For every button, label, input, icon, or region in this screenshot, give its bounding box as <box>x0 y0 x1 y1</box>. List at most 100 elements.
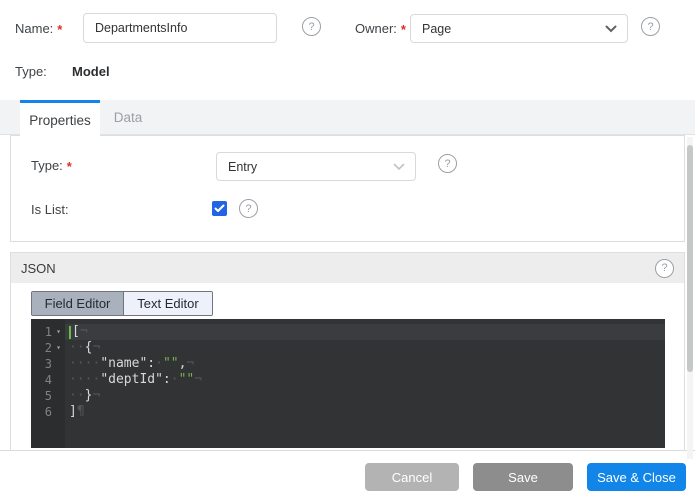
code-token: } <box>85 388 93 404</box>
is-list-checkbox[interactable] <box>212 201 227 216</box>
field-editor-button[interactable]: Field Editor <box>32 292 124 315</box>
eol-marker: ¬ <box>92 340 100 356</box>
editor-mode-toggle: Field Editor Text Editor <box>31 291 213 316</box>
entry-type-help-icon[interactable]: ? <box>438 154 457 173</box>
model-editor-dialog: Name: * ? Owner: * Page ? Type: Model Pr… <box>0 0 695 504</box>
entry-type-required-marker: * <box>67 159 72 174</box>
whitespace-marker: ·· <box>69 340 85 356</box>
json-code-editor[interactable]: 1▾[¬2▾··{¬3····"name":·"",¬4····"deptId"… <box>31 319 665 448</box>
properties-panel: Type: * Entry ? Is List: ? <box>10 135 685 242</box>
code-line[interactable]: 4 ····"deptId":·""¬ <box>31 372 665 388</box>
tab-properties-label: Properties <box>29 113 91 128</box>
owner-help-icon[interactable]: ? <box>641 17 660 36</box>
question-mark: ? <box>245 203 251 215</box>
code-text: ··{¬ <box>65 340 665 356</box>
whitespace-marker: · <box>155 356 163 372</box>
tab-data[interactable]: Data <box>100 100 156 135</box>
code-text: ··}¬ <box>65 388 665 404</box>
whitespace-marker: ···· <box>69 372 100 388</box>
code-token: "name": <box>100 356 155 372</box>
is-list-label: Is List: <box>31 202 69 217</box>
entry-type-select[interactable]: Entry <box>216 152 416 181</box>
fold-spacer <box>52 372 65 388</box>
name-label-text: Name: <box>15 21 53 36</box>
json-panel-title: JSON <box>21 261 56 276</box>
question-mark: ? <box>647 21 653 33</box>
code-token: , <box>179 356 187 372</box>
name-required-marker: * <box>57 22 62 37</box>
eol-marker: ¬ <box>92 388 100 404</box>
tab-properties[interactable]: Properties <box>20 100 100 137</box>
fold-spacer <box>52 388 65 404</box>
line-number: 2 <box>31 340 52 356</box>
line-number: 5 <box>31 388 52 404</box>
chevron-down-icon <box>605 25 617 33</box>
string-token: "" <box>163 356 179 372</box>
vertical-scrollbar-thumb[interactable] <box>687 145 693 372</box>
eol-marker: ¬ <box>194 372 202 388</box>
question-mark: ? <box>661 262 667 274</box>
entry-type-selected-value: Entry <box>228 160 257 174</box>
type-label-text: Type: <box>15 64 47 79</box>
line-number: 1 <box>31 324 52 340</box>
code-line[interactable]: 1▾[¬ <box>31 324 665 340</box>
json-help-icon[interactable]: ? <box>655 259 674 278</box>
eol-marker: ¬ <box>186 356 194 372</box>
question-mark: ? <box>444 158 450 170</box>
line-number: 4 <box>31 372 52 388</box>
text-editor-button[interactable]: Text Editor <box>124 292 212 315</box>
whitespace-marker: ·· <box>69 388 85 404</box>
fold-spacer <box>52 356 65 372</box>
code-lines: 1▾[¬2▾··{¬3····"name":·"",¬4····"deptId"… <box>31 324 665 420</box>
code-line[interactable]: 2▾··{¬ <box>31 340 665 356</box>
name-input[interactable] <box>83 13 277 43</box>
text-caret <box>69 326 71 339</box>
json-panel: JSON ? Field Editor Text Editor 1▾[¬2▾··… <box>10 252 685 450</box>
code-text: ····"name":·"",¬ <box>65 356 665 372</box>
save-button[interactable]: Save <box>473 463 573 491</box>
check-icon <box>214 204 225 213</box>
type-value: Model <box>72 64 110 79</box>
owner-select[interactable]: Page <box>410 14 628 43</box>
owner-label: Owner: * <box>355 21 406 36</box>
chevron-down-icon <box>393 163 405 171</box>
code-text: ····"deptId":·""¬ <box>65 372 665 388</box>
eol-marker: ¶ <box>77 404 85 420</box>
save-and-close-button[interactable]: Save & Close <box>587 463 686 491</box>
owner-required-marker: * <box>401 22 406 37</box>
code-token: { <box>85 340 93 356</box>
line-number: 6 <box>31 404 52 420</box>
json-panel-header: JSON ? <box>11 253 684 283</box>
tab-data-label: Data <box>114 110 143 125</box>
code-text: [¬ <box>65 324 665 340</box>
is-list-label-text: Is List: <box>31 202 69 217</box>
code-token: "deptId": <box>100 372 170 388</box>
fold-arrow-icon[interactable]: ▾ <box>52 324 65 340</box>
name-label: Name: * <box>15 21 62 36</box>
is-list-help-icon[interactable]: ? <box>239 199 258 218</box>
content-bottom-divider <box>0 450 695 451</box>
code-line[interactable]: 6]¶ <box>31 404 665 420</box>
cancel-button[interactable]: Cancel <box>365 463 459 491</box>
code-line[interactable]: 5 ··}¬ <box>31 388 665 404</box>
eol-marker: ¬ <box>80 324 88 340</box>
fold-arrow-icon[interactable]: ▾ <box>52 340 65 356</box>
string-token: "" <box>179 372 195 388</box>
code-token: [ <box>72 324 80 340</box>
code-token: ] <box>69 404 77 420</box>
fold-spacer <box>52 404 65 420</box>
field-editor-label: Field Editor <box>45 296 111 311</box>
type-label: Type: <box>15 64 47 79</box>
entry-type-label-text: Type: <box>31 158 63 173</box>
line-number: 3 <box>31 356 52 372</box>
code-text: ]¶ <box>65 404 665 420</box>
code-line[interactable]: 3 ····"name":·"",¬ <box>31 356 665 372</box>
owner-label-text: Owner: <box>355 21 397 36</box>
text-editor-label: Text Editor <box>137 296 198 311</box>
question-mark: ? <box>308 21 314 33</box>
owner-selected-value: Page <box>422 22 451 36</box>
whitespace-marker: ···· <box>69 356 100 372</box>
entry-type-label: Type: * <box>31 158 72 173</box>
name-help-icon[interactable]: ? <box>302 17 321 36</box>
whitespace-marker: · <box>171 372 179 388</box>
